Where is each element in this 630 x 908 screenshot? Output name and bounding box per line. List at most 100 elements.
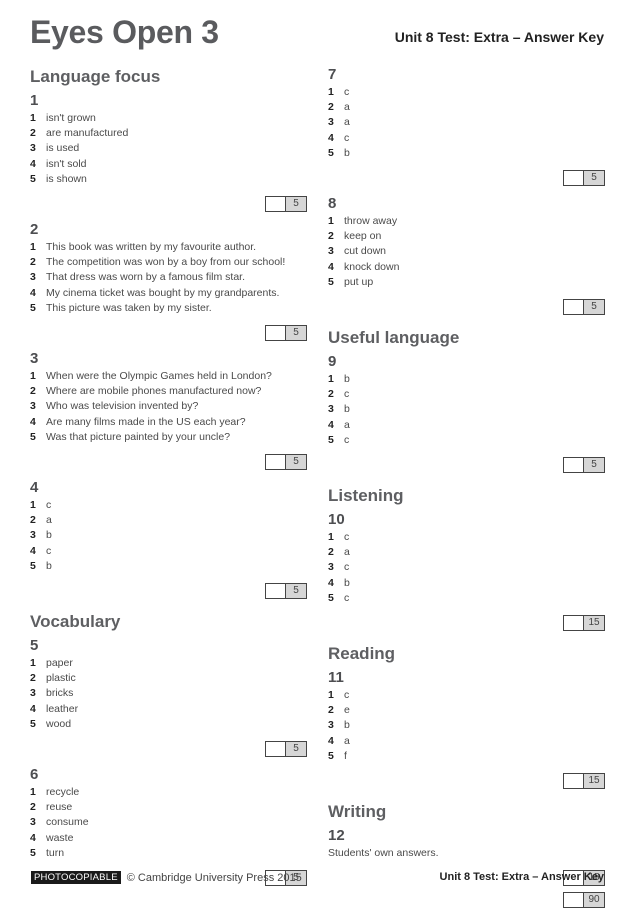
answer-text: This book was written by my favourite au… [46,241,257,254]
answer-text: a [344,101,350,114]
answer-text: c [344,388,350,401]
answer-text: paper [46,657,73,670]
item-number: 2 [30,127,36,140]
exercise-number: 12 [328,827,345,845]
item-number: 2 [30,385,36,398]
score-box[interactable]: 5 [563,299,605,316]
answer-text: knock down [344,260,400,273]
answer-item: 2a [30,513,310,528]
answer-text: b [46,529,52,542]
answer-text: Was that picture painted by your uncle? [46,430,231,443]
score-box[interactable]: 5 [265,196,307,213]
answer-item: 3a [328,115,608,130]
score-input-blank[interactable] [266,584,286,599]
exercise: 6 1 recycle 2 reuse 3 consume 4 waste 5 turn 5 [30,766,310,887]
answer-text: c [46,544,52,557]
score-input-blank[interactable] [564,616,584,631]
answer-text: f [344,749,347,762]
score-box[interactable]: 15 [563,615,605,632]
exercise-number: 3 [30,350,39,368]
answer-item: 1c [328,688,608,703]
answer-item: 4 leather [30,702,310,717]
item-number: 1 [328,531,334,544]
score-box[interactable]: 5 [265,325,307,342]
answer-text: c [344,531,350,544]
section-title-language-focus: Language focus [30,67,161,86]
score-input-blank[interactable] [266,742,286,757]
score-max: 15 [584,774,604,789]
score-row: 5 [30,583,310,600]
answer-item: 3c [328,560,608,575]
section-title-listening: Listening [328,486,404,506]
answer-item: 5 Was that picture painted by your uncle? [30,430,310,445]
answer-text: leather [46,702,79,715]
score-input-blank[interactable] [564,300,584,315]
score-max: 5 [584,300,604,315]
score-box[interactable]: 5 [563,457,605,474]
item-number: 2 [328,101,334,114]
score-max: 15 [584,616,604,631]
score-input-blank[interactable] [266,197,286,212]
item-number: 2 [328,546,334,559]
footer-left: PHOTOCOPIABLE © Cambridge University Pre… [31,871,302,884]
item-number: 1 [328,373,334,386]
score-max: 5 [584,458,604,473]
footer-right-title: Unit 8 Test: Extra – Answer Key [439,871,604,883]
answer-item: 5c [328,433,608,448]
item-number: 1 [30,112,36,124]
left-column: Language focus 1 1 isn't grown 2 are manufac… [30,66,310,887]
item-number: 5 [30,717,36,730]
item-number: 3 [30,816,36,829]
score-box[interactable]: 15 [563,773,605,790]
answer-text: My cinema ticket was bought by my grandp… [46,286,280,299]
exercise: 91b2c3b4a5c5 [328,353,608,474]
score-max: 5 [286,584,306,599]
answer-item: 2 Where are mobile phones manufactured no… [30,384,310,399]
exercise: 2 1 This book was written by my favourite … [30,221,310,342]
score-input-blank[interactable] [564,171,584,186]
score-input-blank[interactable] [564,893,584,908]
item-number: 3 [30,142,36,155]
score-row: 5 [328,457,608,474]
answer-text: Are many films made in the US each year? [46,415,246,428]
exercise-number: 10 [328,511,345,529]
score-row: 5 [328,170,608,187]
score-input-blank[interactable] [564,774,584,789]
section-title-vocabulary: Vocabulary [30,612,121,632]
score-input-blank[interactable] [266,326,286,341]
item-number: 2 [328,388,334,401]
answer-item: 1 recycle [30,785,310,800]
score-box[interactable]: 5 [265,741,307,758]
answer-text: isn't grown [46,112,96,124]
copyright-text: © Cambridge University Press 2015 [126,871,302,884]
answer-item: 4c [328,131,608,146]
answer-item: 4 knock down [328,260,608,275]
item-number: 2 [30,672,36,685]
answer-text: Students' own answers. [328,847,439,860]
answer-text: The competition was won by a boy from ou… [46,256,286,269]
answer-text: is shown [46,172,87,185]
score-input-blank[interactable] [266,455,286,470]
answer-text: b [344,719,350,732]
score-box[interactable]: 5 [265,583,307,600]
item-number: 5 [328,146,334,159]
answer-text: c [344,131,350,144]
score-box[interactable]: 5 [265,454,307,471]
item-number: 4 [328,734,334,747]
score-row: 5 [30,325,310,342]
answer-item: 3 cut down [328,244,608,259]
exercise-number: 11 [328,669,344,687]
exercise: 5 1 paper 2 plastic 3 bricks 4 leather 5 wood 5 [30,637,310,758]
item-number: 5 [30,430,36,443]
answer-item: 5b [328,146,608,161]
exercise-number: 1 [30,92,39,109]
item-number: 2 [30,801,36,814]
exercise-number: 5 [30,637,39,655]
item-number: 5 [30,301,36,314]
score-input-blank[interactable] [564,458,584,473]
score-box[interactable]: 5 [563,170,605,187]
score-max: 5 [286,455,306,470]
answer-item: 2c [328,387,608,402]
answer-item: 2 keep on [328,229,608,244]
score-row: 15 [328,773,608,790]
